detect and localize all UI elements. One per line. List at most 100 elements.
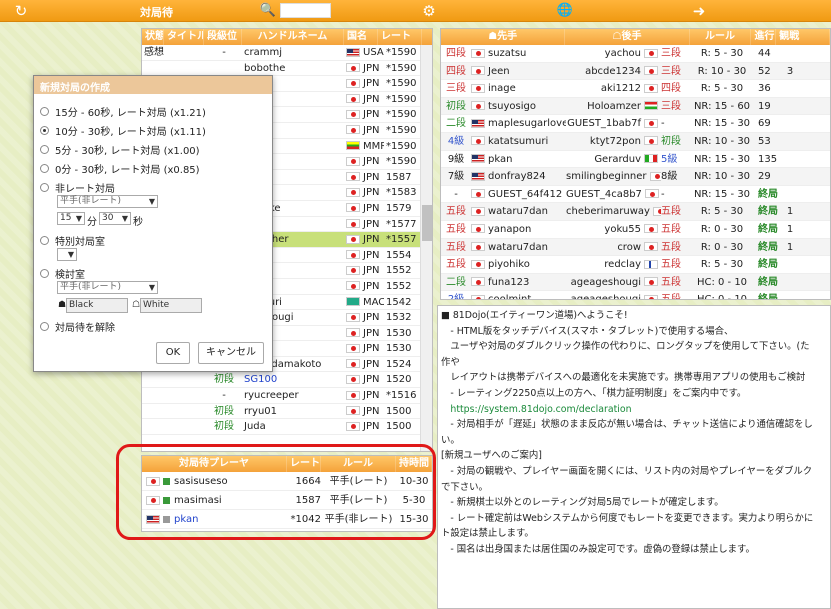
gote-player[interactable]: cheberimaruway: [566, 203, 661, 220]
sente-player[interactable]: maplesugarlover: [471, 115, 566, 132]
player-name[interactable]: crammj: [242, 45, 344, 60]
col-sente[interactable]: ☗先手: [441, 29, 566, 45]
gote-player[interactable]: redclay: [566, 256, 661, 273]
col-rule[interactable]: ルール: [690, 29, 752, 45]
ok-button[interactable]: OK: [156, 342, 190, 364]
sente-player[interactable]: katatsumuri: [471, 133, 566, 150]
col-rank[interactable]: 段級位: [204, 29, 242, 45]
sente-player[interactable]: donfray824: [471, 168, 566, 185]
game-row[interactable]: 初段 tsuyosigo Holoamzer 三段 NR: 15 - 60 19: [441, 97, 830, 116]
cancel-button[interactable]: キャンセル: [198, 342, 264, 364]
player-row[interactable]: bobothe JPN *1590: [142, 61, 432, 77]
game-row[interactable]: 4級 katatsumuri ktyt72pon 初段 NR: 10 - 30 53: [441, 132, 830, 151]
option-5-30[interactable]: 5分 - 30秒, レート対局 (x1.00): [40, 142, 200, 157]
game-row[interactable]: 7級 donfray824 smilingbeginner 8級 NR: 10 - 30…: [441, 168, 830, 186]
handicap-select[interactable]: 平手(非レート) ▼: [57, 195, 158, 208]
special-room-select[interactable]: ▼: [57, 248, 77, 261]
player-row[interactable]: 初段 rryu01 JPN 1500: [142, 404, 432, 420]
gote-player[interactable]: crow: [566, 239, 661, 256]
game-row[interactable]: 三段 inage aki1212 四段 R: 5 - 30 36: [441, 80, 830, 98]
study-select[interactable]: 平手(非レート) ▼: [57, 281, 158, 294]
player-row[interactable]: 感想 - crammj USA *1590: [142, 45, 432, 61]
sente-player[interactable]: suzatsu: [471, 45, 566, 62]
player-name[interactable]: SG100: [242, 372, 344, 387]
gote-player[interactable]: ageageshougi: [566, 291, 661, 299]
refresh-icon[interactable]: ↻: [12, 2, 30, 20]
exit-icon[interactable]: ➜: [690, 2, 708, 20]
game-row[interactable]: 五段 wataru7dan crow 五段 R: 0 - 30 終局 1: [441, 238, 830, 257]
option-15-60[interactable]: 15分 - 60秒, レート対局 (x1.21): [40, 104, 206, 119]
search-input[interactable]: [280, 3, 331, 18]
gote-player[interactable]: yachou: [566, 45, 661, 62]
player-name[interactable]: rryu01: [242, 404, 344, 419]
game-row[interactable]: 二段 maplesugarlover GUEST_1bab7f - NR: 15 - 3…: [441, 115, 830, 133]
game-row[interactable]: 四段 Jeen abcde1234 三段 R: 10 - 30 52 3: [441, 62, 830, 81]
gote-player[interactable]: ktyt72pon: [566, 133, 661, 150]
radio-cancel-waiting[interactable]: [40, 322, 49, 331]
sente-player[interactable]: pkan: [471, 151, 566, 168]
sente-player[interactable]: GUEST_64f412: [471, 186, 566, 203]
player-name[interactable]: ryucreeper: [242, 388, 344, 403]
gote-player[interactable]: aki1212: [566, 80, 661, 97]
gote-player[interactable]: Holoamzer: [566, 98, 661, 115]
col-status[interactable]: 状態: [142, 29, 164, 45]
game-row[interactable]: - GUEST_64f412 GUEST_4ca8b7 - NR: 15 - 30 終局: [441, 186, 830, 204]
gote-player[interactable]: Gerarduv: [566, 151, 661, 168]
sente-player[interactable]: tsuyosigo: [471, 98, 566, 115]
player-row[interactable]: 初段 SG100 JPN 1520: [142, 372, 432, 389]
player-row[interactable]: 初段 Juda JPN 1500: [142, 419, 432, 435]
player-list-scrollbar[interactable]: [420, 45, 432, 451]
info-line[interactable]: https://system.81dojo.com/declaration: [441, 402, 830, 418]
option-nonrated[interactable]: 非レート対局: [40, 180, 115, 195]
gote-player[interactable]: GUEST_1bab7f: [566, 115, 661, 132]
game-row[interactable]: 五段 piyohiko redclay 五段 R: 5 - 30 終局: [441, 256, 830, 274]
col-moves[interactable]: 進行: [751, 29, 777, 45]
option-study-room[interactable]: 検討室: [40, 266, 85, 281]
option-cancel-waiting[interactable]: 対局待を解除: [40, 319, 115, 334]
option-0-30[interactable]: 0分 - 30秒, レート対局 (x0.85): [40, 161, 200, 176]
game-row[interactable]: 二段 funa123 ageageshougi 五段 HC: 0 - 10 終局: [441, 273, 830, 292]
game-row[interactable]: 9級 pkan Gerarduv 5級 NR: 15 - 30 135: [441, 151, 830, 169]
game-row[interactable]: 五段 wataru7dan cheberimaruway 五段 R: 5 - 30 終局 1: [441, 203, 830, 221]
sente-player[interactable]: inage: [471, 80, 566, 97]
gote-player[interactable]: GUEST_4ca8b7: [566, 186, 661, 203]
game-row[interactable]: 2級 coolmint ageageshougi 五段 HC: 0 - 10 終局: [441, 291, 830, 299]
minutes-select[interactable]: 15 ▼: [57, 212, 85, 225]
gote-player[interactable]: yoku55: [566, 221, 661, 238]
gote-player[interactable]: abcde1234: [566, 63, 661, 80]
col-title[interactable]: タイトル: [164, 29, 204, 45]
radio-nonrated[interactable]: [40, 183, 49, 192]
option-special-room[interactable]: 特別対局室: [40, 233, 105, 248]
radio-5-30[interactable]: [40, 145, 49, 154]
radio-15-60[interactable]: [40, 107, 49, 116]
col-gote[interactable]: ☖後手: [565, 29, 690, 45]
sente-player[interactable]: yanapon: [471, 221, 566, 238]
game-row[interactable]: 五段 yanapon yoku55 五段 R: 0 - 30 終局 1: [441, 221, 830, 239]
radio-0-30[interactable]: [40, 164, 49, 173]
white-player-input[interactable]: White: [140, 298, 202, 313]
player-name[interactable]: bobothe: [242, 61, 344, 76]
col-watchers[interactable]: 観戦: [776, 29, 830, 45]
gote-player[interactable]: smilingbeginner: [566, 168, 661, 185]
sente-player[interactable]: Jeen: [471, 63, 566, 80]
player-row[interactable]: - ryucreeper JPN *1516: [142, 388, 432, 404]
sente-player[interactable]: coolmint: [471, 291, 566, 299]
player-name[interactable]: Juda: [242, 419, 344, 434]
option-10-30[interactable]: 10分 - 30秒, レート対局 (x1.11): [40, 123, 206, 138]
radio-10-30[interactable]: [40, 126, 49, 135]
sente-player[interactable]: piyohiko: [471, 256, 566, 273]
seconds-select[interactable]: 30 ▼: [99, 212, 131, 225]
black-player-input[interactable]: Black: [66, 298, 128, 313]
radio-special-room[interactable]: [40, 236, 49, 245]
col-handle[interactable]: ハンドルネーム: [242, 29, 344, 45]
game-row[interactable]: 四段 suzatsu yachou 三段 R: 5 - 30 44: [441, 45, 830, 63]
sente-player[interactable]: wataru7dan: [471, 239, 566, 256]
radio-study-room[interactable]: [40, 269, 49, 278]
gote-player[interactable]: ageageshougi: [566, 274, 661, 291]
globe-icon[interactable]: 🌐: [556, 2, 574, 20]
col-country[interactable]: 国名: [344, 29, 378, 45]
sente-player[interactable]: funa123: [471, 274, 566, 291]
gear-icon[interactable]: ⚙: [420, 2, 438, 20]
scrollbar-thumb[interactable]: [422, 205, 432, 241]
sente-player[interactable]: wataru7dan: [471, 203, 566, 220]
